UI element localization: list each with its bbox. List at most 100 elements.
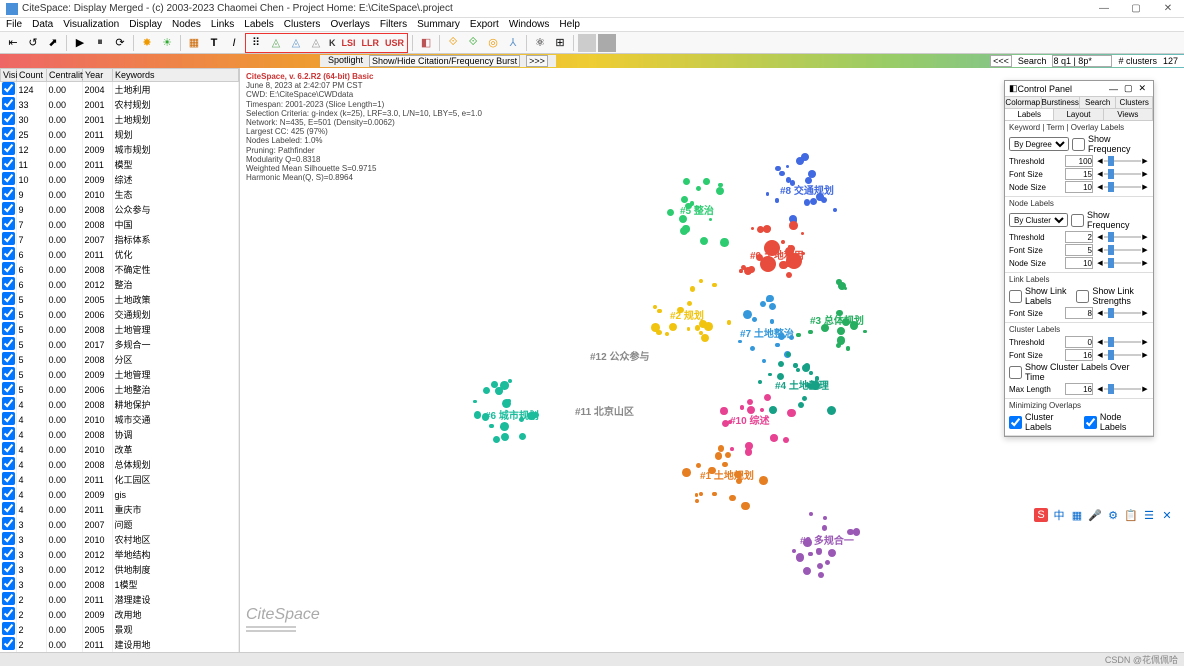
row-visible-check[interactable] [2,412,15,425]
row-visible-check[interactable] [2,217,15,230]
table-row[interactable]: 70.002008中国 [0,217,239,232]
tab-views[interactable]: Views [1104,109,1153,120]
mini-tool[interactable]: 📋 [1124,508,1138,522]
row-visible-check[interactable] [2,352,15,365]
table-row[interactable]: 20.002011建设用地 [0,637,239,652]
minimize-button[interactable]: — [1094,3,1114,14]
close-button[interactable]: ✕ [1158,3,1178,14]
tool-net2[interactable]: ⊞ [551,34,569,52]
mini-tool[interactable]: 🎤 [1088,508,1102,522]
col-keywords[interactable]: Keywords [113,69,239,82]
row-visible-check[interactable] [2,397,15,410]
table-row[interactable]: 50.002008分区 [0,352,239,367]
table-row[interactable]: 20.002011潜理建设 [0,592,239,607]
table-row[interactable]: 40.002008耕地保护 [0,397,239,412]
row-visible-check[interactable] [2,592,15,605]
threshold2-input[interactable] [1065,231,1093,243]
tool-target[interactable]: ◎ [484,34,502,52]
menu-file[interactable]: File [6,19,22,30]
tool-tree[interactable]: ⅄ [504,34,522,52]
col-year[interactable]: Year [83,69,113,82]
table-row[interactable]: 70.002007指标体系 [0,232,239,247]
mini-tool[interactable]: 中 [1052,508,1066,522]
nodesize-slider[interactable]: ◀▶ [1096,182,1149,192]
table-row[interactable]: 50.002017多规合一 [0,337,239,352]
lsi-button[interactable]: LSI [340,38,358,48]
table-row[interactable]: 110.002011模型 [0,157,239,172]
tool-play[interactable]: ▶ [71,34,89,52]
table-row[interactable]: 50.002009土地管理 [0,367,239,382]
table-row[interactable]: 30.002007问题 [0,517,239,532]
col-centrality[interactable]: Centrality [47,69,83,82]
row-visible-check[interactable] [2,307,15,320]
tab-colormap[interactable]: Colormap [1005,97,1042,108]
menu-clusters[interactable]: Clusters [284,19,321,30]
tool-pause[interactable]: ⏸ [91,34,109,52]
spotlight-toggle[interactable]: Show/Hide Citation/Frequency Burst [369,55,520,67]
menu-overlays[interactable]: Overlays [330,19,369,30]
show-cl-time-check[interactable] [1009,366,1022,379]
table-row[interactable]: 40.002011化工园区 [0,472,239,487]
table-row[interactable]: 30.002012举地结构 [0,547,239,562]
table-row[interactable]: 50.002008土地管理 [0,322,239,337]
col-count[interactable]: Count [17,69,47,82]
menu-display[interactable]: Display [129,19,162,30]
show-linklabels-check[interactable] [1009,290,1022,303]
row-visible-check[interactable] [2,262,15,275]
table-row[interactable]: 30.0020081模型 [0,577,239,592]
nodesize2-input[interactable] [1065,257,1093,269]
row-visible-check[interactable] [2,607,15,620]
menu-summary[interactable]: Summary [417,19,460,30]
table-row[interactable]: 30.002010农村地区 [0,532,239,547]
row-visible-check[interactable] [2,487,15,500]
tool-step-back[interactable]: ⇤ [4,34,22,52]
row-visible-check[interactable] [2,457,15,470]
tool-link1[interactable]: ⟐ [444,34,462,52]
maxlen-input[interactable] [1065,383,1093,395]
row-visible-check[interactable] [2,337,15,350]
row-visible-check[interactable] [2,157,15,170]
cluster-tree3-icon[interactable]: ◬ [307,34,325,52]
threshold-input[interactable] [1065,155,1093,167]
nodesize-input[interactable] [1065,181,1093,193]
tab-burstiness[interactable]: Burstiness [1042,97,1080,108]
tool-gray2[interactable] [598,34,616,52]
table-row[interactable]: 20.002005景观 [0,622,239,637]
tab-layout[interactable]: Layout [1054,109,1103,120]
fontsize4-input[interactable] [1065,349,1093,361]
search-input[interactable] [1052,55,1112,67]
row-visible-check[interactable] [2,517,15,530]
row-visible-check[interactable] [2,202,15,215]
panel-min[interactable]: — [1106,84,1121,94]
table-row[interactable]: 40.002010改革 [0,442,239,457]
row-visible-check[interactable] [2,622,15,635]
tool-orbit[interactable]: ↺ [24,34,42,52]
fontsize-slider[interactable]: ◀▶ [1096,169,1149,179]
table-row[interactable]: 40.002009gis [0,487,239,502]
row-visible-check[interactable] [2,532,15,545]
menu-nodes[interactable]: Nodes [172,19,201,30]
menu-export[interactable]: Export [470,19,499,30]
maximize-button[interactable]: ▢ [1126,3,1146,14]
row-visible-check[interactable] [2,127,15,140]
tool-star[interactable]: ✸ [138,34,156,52]
fontsize2-input[interactable] [1065,244,1093,256]
table-row[interactable]: 50.002006土地整治 [0,382,239,397]
row-visible-check[interactable] [2,172,15,185]
table-row[interactable]: 100.002009综述 [0,172,239,187]
cluster-tree1-icon[interactable]: ◬ [267,34,285,52]
mini-tool[interactable]: ⚙ [1106,508,1120,522]
cluster-tree2-icon[interactable]: ◬ [287,34,305,52]
fontsize3-input[interactable] [1065,307,1093,319]
table-row[interactable]: 90.002008公众参与 [0,202,239,217]
llr-button[interactable]: LLR [360,38,382,48]
row-visible-check[interactable] [2,427,15,440]
table-row[interactable]: 40.002008协调 [0,427,239,442]
table-row[interactable]: 1240.002004土地利用 [0,82,239,97]
row-visible-check[interactable] [2,637,15,650]
table-row[interactable]: 50.002005土地政策 [0,292,239,307]
cluster-labels-check[interactable] [1009,416,1022,429]
node-labels-check[interactable] [1084,416,1097,429]
tool-link2[interactable]: ⟐ [464,34,482,52]
cluster-k-button[interactable]: K [327,38,338,48]
